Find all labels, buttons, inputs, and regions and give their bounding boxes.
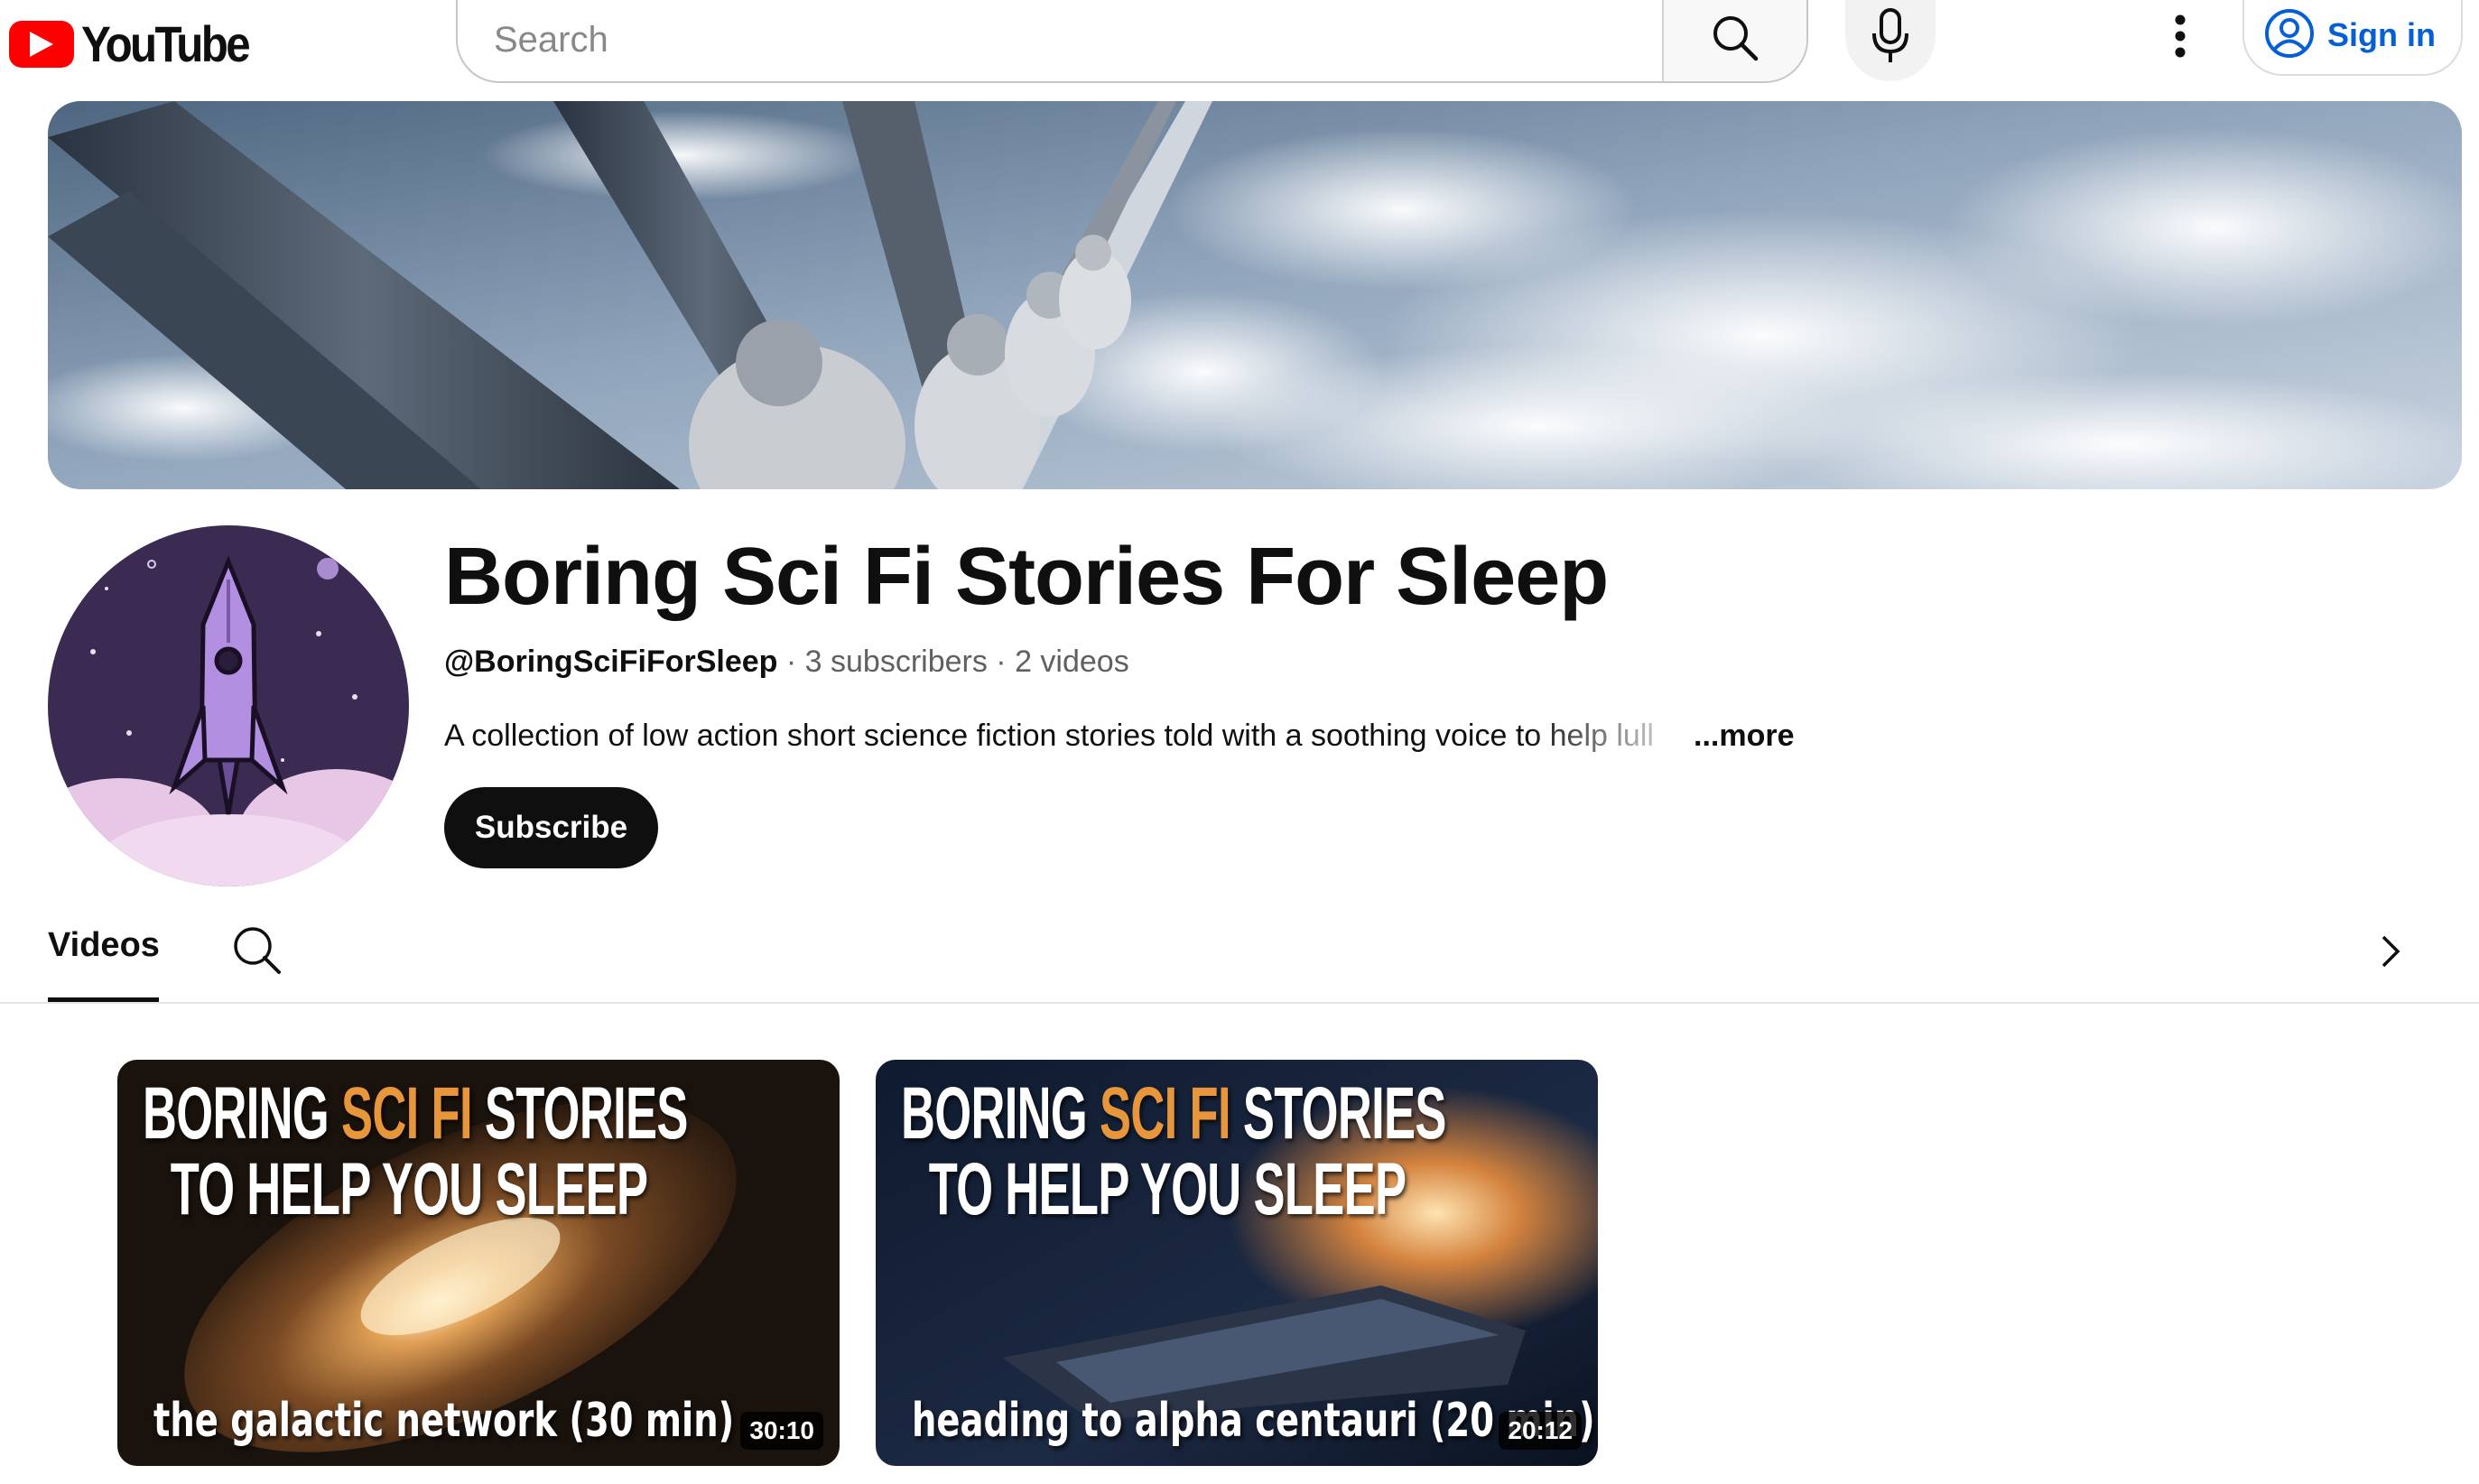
search-box (456, 0, 1808, 83)
sign-in-button[interactable]: Sign in (2242, 0, 2463, 76)
description-text: A collection of low action short science… (444, 719, 1654, 753)
channel-title: Boring Sci Fi Stories For Sleep (444, 532, 1609, 622)
more-vert-icon (2174, 14, 2187, 62)
thumbnail-caption: heading to alpha centauri (20 min) (912, 1394, 1595, 1448)
search-icon (1711, 14, 1759, 67)
video-duration: 20:12 (1499, 1412, 1582, 1450)
video-card[interactable]: BORING SCI FI STORIES TO HELP YOU SLEEP … (117, 1060, 840, 1466)
meta-separator: · (777, 645, 805, 679)
sign-in-label: Sign in (2327, 16, 2436, 53)
settings-menu-button[interactable] (2158, 13, 2203, 63)
video-card[interactable]: BORING SCI FI STORIES TO HELP YOU SLEEP … (876, 1060, 1598, 1466)
search-input[interactable] (458, 0, 1662, 81)
tab-videos[interactable]: Videos (48, 926, 160, 965)
subscriber-count: 3 subscribers (804, 645, 988, 679)
search-button[interactable] (1662, 0, 1806, 81)
channel-search-button[interactable] (231, 924, 283, 981)
channel-meta: @BoringSciFiForSleep · 3 subscribers · 2… (444, 645, 1129, 680)
search-icon (231, 927, 283, 980)
chevron-right-icon (2376, 935, 2403, 975)
meta-separator: · (987, 645, 1016, 679)
thumbnail-title: BORING SCI FI STORIES TO HELP YOU SLEEP (901, 1072, 1446, 1230)
video-duration: 30:10 (740, 1412, 823, 1450)
channel-handle: @BoringSciFiForSleep (444, 645, 778, 679)
description-more-link[interactable]: ...more (1694, 719, 1794, 754)
voice-search-button[interactable] (1845, 0, 1936, 81)
channel-avatar (48, 525, 409, 886)
youtube-logo-icon (9, 20, 74, 68)
tabs-scroll-next-button[interactable] (2376, 932, 2403, 976)
thumbnail-caption: the galactic network (30 min) (153, 1394, 735, 1448)
channel-banner (48, 101, 2462, 489)
account-circle-icon (2264, 8, 2315, 63)
youtube-logo-text: YouTube (81, 15, 251, 72)
channel-tabs: Videos (0, 912, 2479, 1004)
tab-selected-indicator (48, 997, 159, 1002)
video-count: 2 videos (1015, 645, 1129, 679)
subscribe-button[interactable]: Subscribe (444, 787, 658, 868)
channel-description[interactable]: A collection of low action short science… (444, 719, 1794, 754)
thumbnail-title: BORING SCI FI STORIES TO HELP YOU SLEEP (143, 1072, 688, 1230)
mic-icon (1871, 7, 1910, 69)
youtube-logo[interactable]: YouTube (9, 14, 271, 73)
